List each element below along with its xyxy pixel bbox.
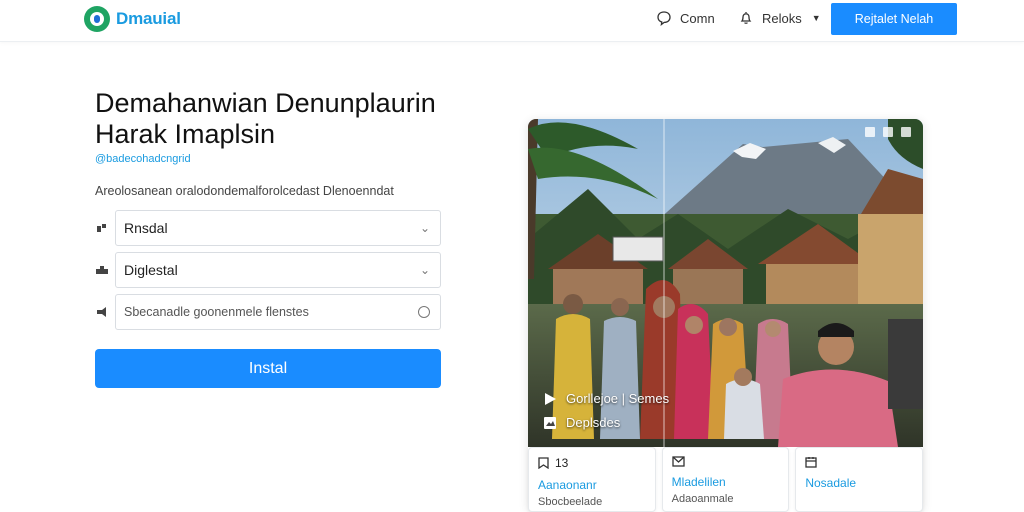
nav-product-dropdown[interactable]: Reloks ▼ [738,10,821,26]
image-icon [542,416,558,430]
play-icon [542,392,558,406]
photo-overlay-sub-text: Deplsdes [566,415,621,430]
bookmark-icon [538,457,549,469]
hero-description: Areolosanean oralodondemalforolcedast Dl… [95,184,394,198]
stat-card-3[interactable]: Nosadale [795,447,924,512]
stat-card-row: 13 Aanaonanr Sbocbeelade Mladelilen Adao… [528,447,924,512]
nav-contact-link[interactable]: Comn [656,10,715,26]
form-row-3: Sbecanadle goonenmele flenstes [95,294,441,330]
select-field-2[interactable]: Diglestal ⌄ [115,252,441,288]
hero-subtag-link[interactable]: @badecohadcngrid [95,153,191,165]
stat-card-3-header [805,456,913,468]
stat-card-2[interactable]: Mladelilen Adaoanmale [661,447,790,512]
form-row-2: Diglestal ⌄ [95,252,441,288]
logo-icon [84,6,110,32]
stat-card-1-label: Aanaonanr [538,478,597,492]
person-icon [95,221,109,235]
group-icon [95,263,109,277]
wifi-icon [883,127,893,137]
photo-overlay-title-text: Gorllejoe | Semes [566,391,670,406]
chevron-down-icon: ⌄ [419,263,430,277]
megaphone-icon [95,305,109,319]
select-field-2-value: Diglestal [124,262,178,278]
text-input-placeholder: Sbecanadle goonenmele flenstes [124,305,309,319]
search-icon [418,306,430,318]
photo-overlay-sub: Deplsdes [542,415,620,430]
hero-headline-line2: Harak Imaplsin [95,119,276,149]
text-input-field[interactable]: Sbecanadle goonenmele flenstes [115,294,441,330]
stat-card-2-label: Mladelilen [671,475,726,489]
select-field-1-value: Rnsdal [124,220,168,236]
stat-card-1-sub: Sbocbeelade [538,496,603,508]
calendar-icon [805,457,817,468]
bell-icon [740,12,752,24]
top-navigation-bar: Dmauial Comn Reloks ▼ Rejtalet Nelah [0,0,1024,42]
nav-contact-label: Comn [680,10,715,26]
header-cta-button[interactable]: Rejtalet Nelah [831,3,957,35]
signal-icon [865,127,875,137]
chevron-down-icon: ⌄ [419,221,430,235]
install-button[interactable]: Instal [95,349,441,388]
chevron-down-icon: ▼ [811,13,821,23]
form-row-1: Rnsdal ⌄ [95,210,441,246]
stat-card-2-header [672,456,780,467]
hero-headline: Demahanwian Denunplaurin Harak Imaplsin [95,88,455,150]
stat-card-1-header: 13 [538,456,646,470]
stat-card-3-label: Nosadale [805,476,857,490]
hero-headline-line1: Demahanwian Denunplaurin [95,88,436,118]
stat-card-1[interactable]: 13 Aanaonanr Sbocbeelade [528,447,656,512]
photo-overlay-title: Gorllejoe | Semes [542,391,669,406]
brand-name: Dmauial [116,9,181,28]
battery-icon [901,127,911,137]
brand-logo[interactable]: Dmauial [84,6,181,32]
select-field-1[interactable]: Rnsdal ⌄ [115,210,441,246]
photo-status-indicators [865,127,911,137]
stat-card-1-number: 13 [555,456,569,470]
chat-bubble-icon [657,11,671,26]
mail-icon [672,456,685,467]
nav-product-label: Reloks [762,10,802,26]
stat-card-2-sub: Adaoanmale [671,493,734,505]
